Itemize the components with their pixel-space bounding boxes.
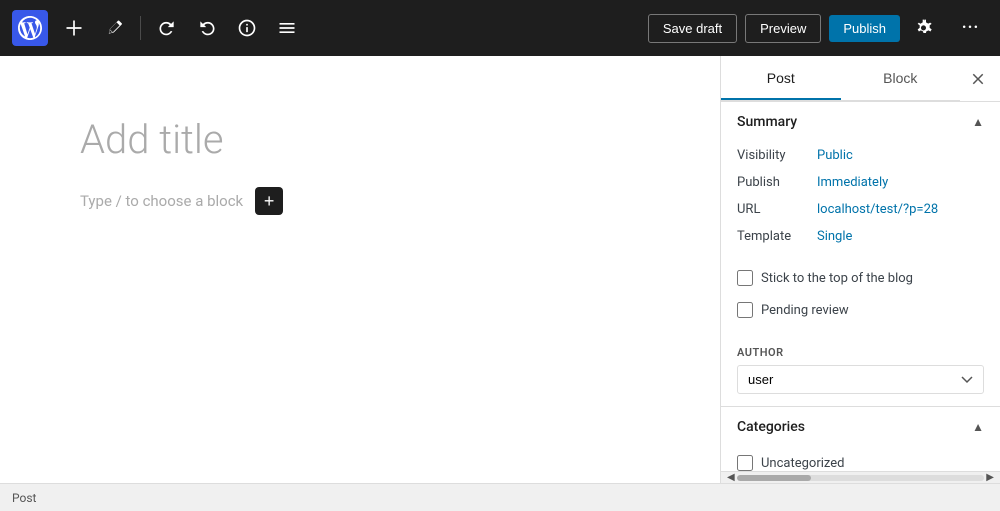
- author-select[interactable]: user admin: [737, 365, 984, 394]
- wp-logo-icon: [18, 16, 42, 40]
- template-label: Template: [737, 229, 817, 244]
- summary-visibility-row: Visibility Public: [737, 142, 984, 169]
- visibility-label: Visibility: [737, 148, 817, 163]
- categories-section-header[interactable]: Categories ▲: [721, 407, 1000, 447]
- sidebar-scrollbar: ◀ ▶: [721, 471, 1000, 483]
- uncategorized-row: Uncategorized: [721, 447, 1000, 471]
- settings-button[interactable]: [908, 10, 944, 46]
- inline-add-block-button[interactable]: +: [255, 187, 283, 215]
- save-draft-button[interactable]: Save draft: [648, 14, 737, 43]
- editor-body[interactable]: Type / to choose a block +: [80, 187, 640, 215]
- editor-area[interactable]: Add title Type / to choose a block +: [0, 56, 720, 483]
- scroll-left-arrow[interactable]: ◀: [725, 472, 737, 483]
- edit-tool-button[interactable]: [96, 10, 132, 46]
- sidebar-content: Summary ▲ Visibility Public Publish Imme…: [721, 102, 1000, 471]
- preview-button[interactable]: Preview: [745, 14, 821, 43]
- sidebar: Post Block Summary ▲ Visibility Public: [720, 56, 1000, 483]
- stick-to-top-checkbox[interactable]: [737, 270, 753, 286]
- categories-collapse-icon: ▲: [972, 420, 984, 434]
- uncategorized-label: Uncategorized: [761, 456, 844, 471]
- url-value[interactable]: localhost/test/?p=28: [817, 202, 938, 217]
- status-label: Post: [12, 491, 36, 505]
- info-button[interactable]: [229, 10, 265, 46]
- scrollbar-thumb: [737, 475, 811, 481]
- sidebar-close-button[interactable]: [960, 61, 996, 97]
- categories-section: Categories ▲ Uncategorized: [721, 407, 1000, 471]
- publish-value[interactable]: Immediately: [817, 175, 888, 190]
- pending-review-row: Pending review: [721, 294, 1000, 326]
- toolbar-right: Save draft Preview Publish: [648, 10, 988, 46]
- body-placeholder-text: Type / to choose a block: [80, 192, 243, 210]
- tab-post[interactable]: Post: [721, 56, 841, 100]
- main-toolbar: Save draft Preview Publish: [0, 0, 1000, 56]
- undo-button[interactable]: [149, 10, 185, 46]
- tab-underline: [721, 98, 841, 100]
- summary-title: Summary: [737, 114, 797, 130]
- visibility-value[interactable]: Public: [817, 148, 853, 163]
- list-view-button[interactable]: [269, 10, 305, 46]
- summary-url-row: URL localhost/test/?p=28: [737, 196, 984, 223]
- add-block-button[interactable]: [56, 10, 92, 46]
- pending-review-label: Pending review: [761, 303, 849, 318]
- plus-icon: [64, 18, 84, 38]
- redo-button[interactable]: [189, 10, 225, 46]
- stick-to-top-row: Stick to the top of the blog: [721, 262, 1000, 294]
- more-options-button[interactable]: [952, 10, 988, 46]
- stick-to-top-label: Stick to the top of the blog: [761, 271, 913, 286]
- author-label: AUTHOR: [737, 346, 984, 359]
- author-section: AUTHOR user admin: [721, 334, 1000, 406]
- edit-icon: [104, 18, 124, 38]
- scrollbar-track: [737, 475, 985, 481]
- summary-publish-row: Publish Immediately: [737, 169, 984, 196]
- template-value[interactable]: Single: [817, 229, 852, 244]
- summary-section: Summary ▲ Visibility Public Publish Imme…: [721, 102, 1000, 407]
- url-label: URL: [737, 202, 817, 217]
- summary-template-row: Template Single: [737, 223, 984, 250]
- info-icon: [237, 18, 257, 38]
- scroll-right-arrow[interactable]: ▶: [984, 472, 996, 483]
- settings-icon: [916, 18, 936, 38]
- publish-label: Publish: [737, 175, 817, 190]
- main-area: Add title Type / to choose a block + Pos…: [0, 56, 1000, 483]
- undo-icon: [157, 18, 177, 38]
- wp-logo: [12, 10, 48, 46]
- toolbar-separator: [140, 16, 141, 40]
- publish-button[interactable]: Publish: [829, 15, 900, 42]
- tab-block[interactable]: Block: [841, 56, 961, 100]
- close-icon: [969, 70, 987, 88]
- summary-body: Visibility Public Publish Immediately UR…: [721, 142, 1000, 262]
- summary-collapse-icon: ▲: [972, 115, 984, 129]
- list-icon: [277, 18, 297, 38]
- categories-title: Categories: [737, 419, 805, 435]
- more-icon: [960, 18, 980, 38]
- summary-section-header[interactable]: Summary ▲: [721, 102, 1000, 142]
- redo-icon: [197, 18, 217, 38]
- sidebar-tabs-row: Post Block: [721, 56, 1000, 102]
- uncategorized-checkbox[interactable]: [737, 455, 753, 471]
- post-title-field[interactable]: Add title: [80, 116, 640, 163]
- pending-review-checkbox[interactable]: [737, 302, 753, 318]
- status-bar: Post: [0, 483, 1000, 511]
